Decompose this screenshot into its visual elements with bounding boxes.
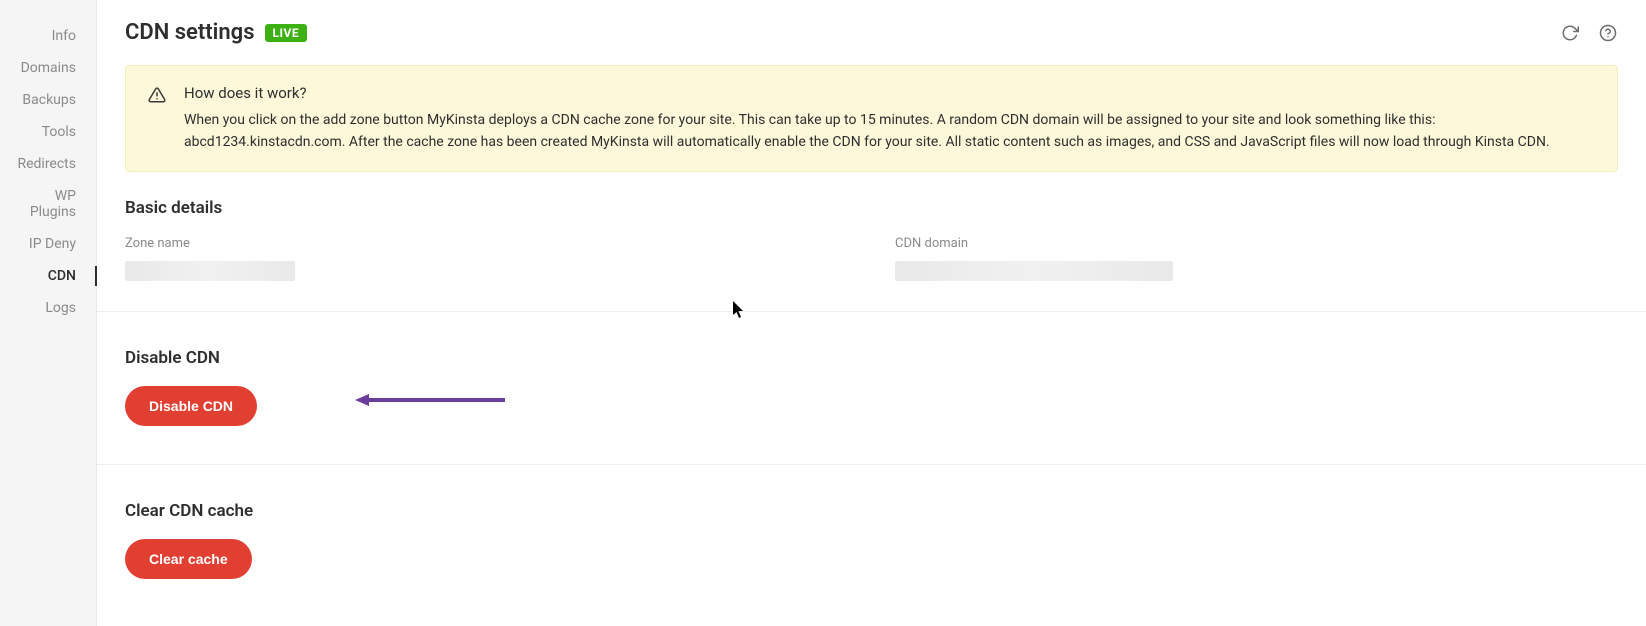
divider (97, 464, 1646, 465)
disable-cdn-button[interactable]: Disable CDN (125, 386, 257, 426)
info-banner: How does it work? When you click on the … (125, 65, 1618, 172)
divider (97, 311, 1646, 312)
header-right (1560, 23, 1618, 43)
basic-details-grid: Zone name CDN domain (125, 236, 1618, 311)
sidebar-item-label: CDN (48, 268, 76, 284)
sidebar: Info Domains Backups Tools Redirects WP … (0, 0, 97, 626)
sidebar-item-wp-plugins[interactable]: WP Plugins (0, 180, 96, 228)
zone-name-col: Zone name (125, 236, 405, 281)
info-banner-title: How does it work? (184, 84, 1595, 102)
zone-name-label: Zone name (125, 236, 405, 251)
info-banner-body: When you click on the add zone button My… (184, 110, 1595, 153)
header-left: CDN settings LIVE (125, 20, 307, 45)
page-title: CDN settings (125, 20, 255, 45)
disable-cdn-section: Disable CDN Disable CDN (125, 348, 1618, 426)
sidebar-item-ip-deny[interactable]: IP Deny (0, 228, 96, 260)
clear-cache-section: Clear CDN cache Clear cache (125, 501, 1618, 579)
sidebar-item-label: Logs (45, 300, 76, 316)
sidebar-item-label: WP Plugins (30, 188, 76, 220)
cdn-domain-value (895, 261, 1173, 281)
sidebar-item-label: Domains (21, 60, 76, 76)
basic-details-heading: Basic details (125, 198, 1618, 218)
sidebar-item-label: IP Deny (29, 236, 76, 252)
sidebar-item-logs[interactable]: Logs (0, 292, 96, 324)
sidebar-item-redirects[interactable]: Redirects (0, 148, 96, 180)
info-banner-content: How does it work? When you click on the … (184, 84, 1595, 153)
sidebar-item-label: Tools (42, 124, 76, 140)
help-icon[interactable] (1598, 23, 1618, 43)
sidebar-item-info[interactable]: Info (0, 20, 96, 52)
refresh-icon[interactable] (1560, 23, 1580, 43)
cdn-domain-label: CDN domain (895, 236, 1175, 251)
disable-cdn-heading: Disable CDN (125, 348, 1618, 368)
sidebar-item-cdn[interactable]: CDN (0, 260, 96, 292)
sidebar-item-label: Info (52, 28, 76, 44)
sidebar-item-label: Backups (22, 92, 76, 108)
sidebar-item-tools[interactable]: Tools (0, 116, 96, 148)
zone-name-value (125, 261, 295, 281)
clear-cache-button[interactable]: Clear cache (125, 539, 252, 579)
page-header: CDN settings LIVE (125, 20, 1618, 45)
live-badge: LIVE (265, 24, 308, 42)
sidebar-item-backups[interactable]: Backups (0, 84, 96, 116)
sidebar-item-label: Redirects (17, 156, 76, 172)
sidebar-item-domains[interactable]: Domains (0, 52, 96, 84)
clear-cache-heading: Clear CDN cache (125, 501, 1618, 521)
main-content: CDN settings LIVE How does it work? When… (97, 0, 1646, 626)
cdn-domain-col: CDN domain (895, 236, 1175, 281)
warning-icon (148, 86, 166, 104)
